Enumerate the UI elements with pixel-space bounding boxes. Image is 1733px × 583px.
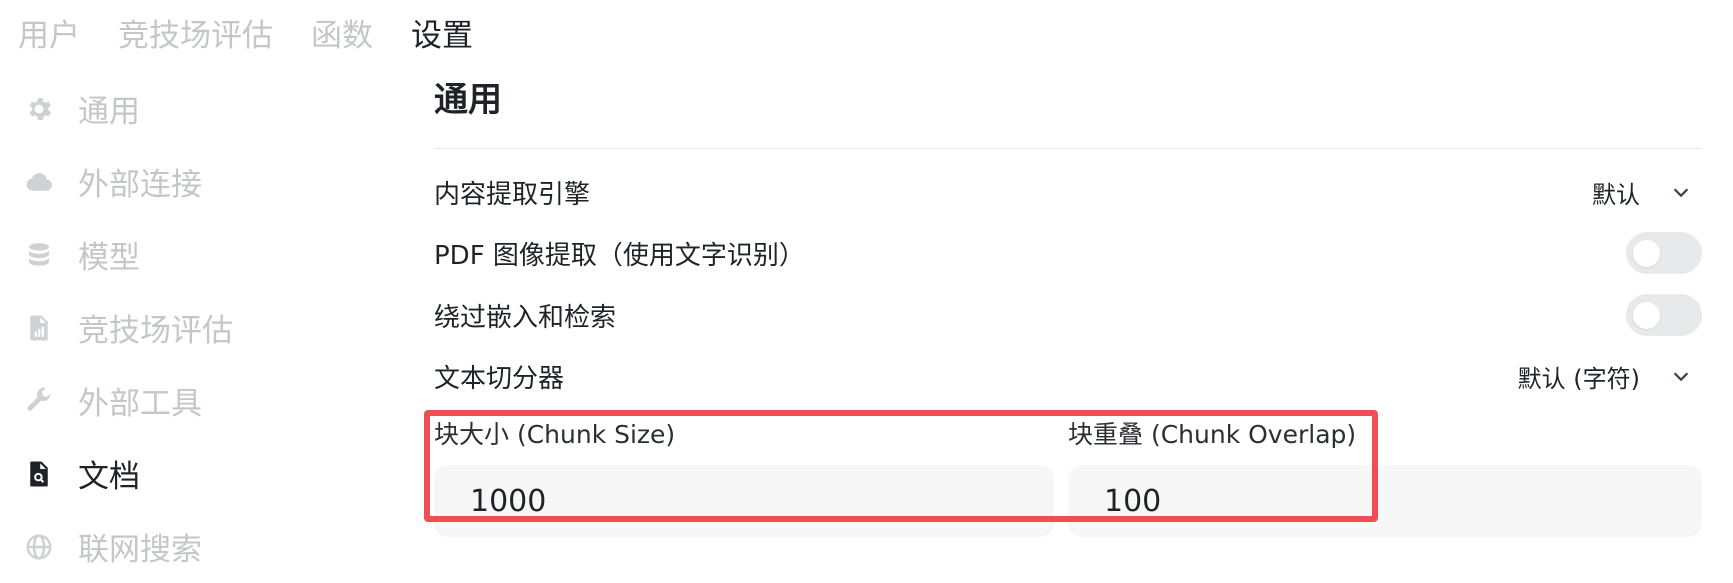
sidebar-item-label: 文档 [78, 459, 140, 495]
chunk-size-input[interactable] [470, 483, 1054, 519]
sidebar-item-tools[interactable]: 外部工具 [22, 364, 382, 437]
sidebar-item-arena-eval[interactable]: 竞技场评估 [22, 291, 382, 364]
chunk-overlap-field[interactable] [1068, 465, 1702, 537]
content-engine-value: 默认 [1592, 180, 1640, 209]
chunk-overlap-label: 块重叠 (Chunk Overlap) [1068, 420, 1357, 449]
section-divider [434, 148, 1702, 149]
document-chart-icon [22, 311, 56, 345]
chunk-labels: 块大小 (Chunk Size) 块重叠 (Chunk Overlap) [434, 415, 1702, 455]
tab-settings[interactable]: 设置 [411, 14, 473, 58]
sidebar-item-label: 外部工具 [78, 386, 202, 422]
pdf-ocr-label: PDF 图像提取（使用文字识别） [434, 240, 805, 271]
content-engine-label: 内容提取引擎 [434, 179, 591, 210]
settings-sidebar: 通用 外部连接 模型 竞技场评估 外部工具 文档 联网搜索 [22, 72, 382, 583]
cloud-icon [22, 165, 56, 199]
chunk-size-label: 块大小 (Chunk Size) [434, 420, 676, 449]
tab-arena-eval[interactable]: 竞技场评估 [118, 14, 273, 58]
chevron-down-icon [1673, 372, 1689, 382]
pdf-ocr-toggle[interactable] [1626, 232, 1702, 274]
database-icon [22, 238, 56, 272]
toggle-knob [1633, 240, 1660, 267]
text-splitter-label: 文本切分器 [434, 363, 565, 394]
chevron-down-icon [1673, 188, 1689, 198]
sidebar-item-label: 外部连接 [78, 167, 202, 203]
bypass-embedding-row: 绕过嵌入和检索 [434, 290, 1702, 340]
bypass-embedding-toggle[interactable] [1626, 294, 1702, 336]
sidebar-item-documents[interactable]: 文档 [22, 437, 382, 510]
wrench-icon [22, 384, 56, 418]
sidebar-item-models[interactable]: 模型 [22, 218, 382, 291]
page-title: 通用 [434, 80, 502, 120]
settings-main: 通用 内容提取引擎 默认 PDF 图像提取（使用文字识别） 绕过嵌入和检索 文本… [434, 72, 1702, 537]
chunk-overlap-input[interactable] [1104, 483, 1702, 519]
tab-users[interactable]: 用户 [18, 14, 80, 58]
content-engine-row: 内容提取引擎 默认 [434, 167, 1702, 217]
document-search-icon [22, 457, 56, 491]
toggle-knob [1633, 302, 1660, 329]
globe-icon [22, 530, 56, 564]
text-splitter-select[interactable]: 默认 (字符) [1518, 359, 1692, 394]
gear-icon [22, 92, 56, 126]
text-splitter-row: 文本切分器 默认 (字符) [434, 351, 1702, 401]
sidebar-item-label: 模型 [78, 240, 140, 276]
tab-functions[interactable]: 函数 [311, 14, 373, 58]
pdf-ocr-row: PDF 图像提取（使用文字识别） [434, 228, 1702, 278]
sidebar-item-connections[interactable]: 外部连接 [22, 145, 382, 218]
chunk-size-field[interactable] [434, 465, 1054, 537]
top-tabs: 用户 竞技场评估 函数 设置 [18, 14, 511, 58]
sidebar-item-general[interactable]: 通用 [22, 72, 382, 145]
sidebar-item-label: 竞技场评估 [78, 313, 233, 349]
sidebar-item-label: 通用 [78, 94, 140, 130]
sidebar-item-web-search[interactable]: 联网搜索 [22, 510, 382, 583]
sidebar-item-label: 联网搜索 [78, 532, 202, 568]
bypass-embedding-label: 绕过嵌入和检索 [434, 302, 617, 333]
content-engine-select[interactable]: 默认 [1592, 175, 1692, 210]
text-splitter-value: 默认 (字符) [1517, 364, 1640, 393]
